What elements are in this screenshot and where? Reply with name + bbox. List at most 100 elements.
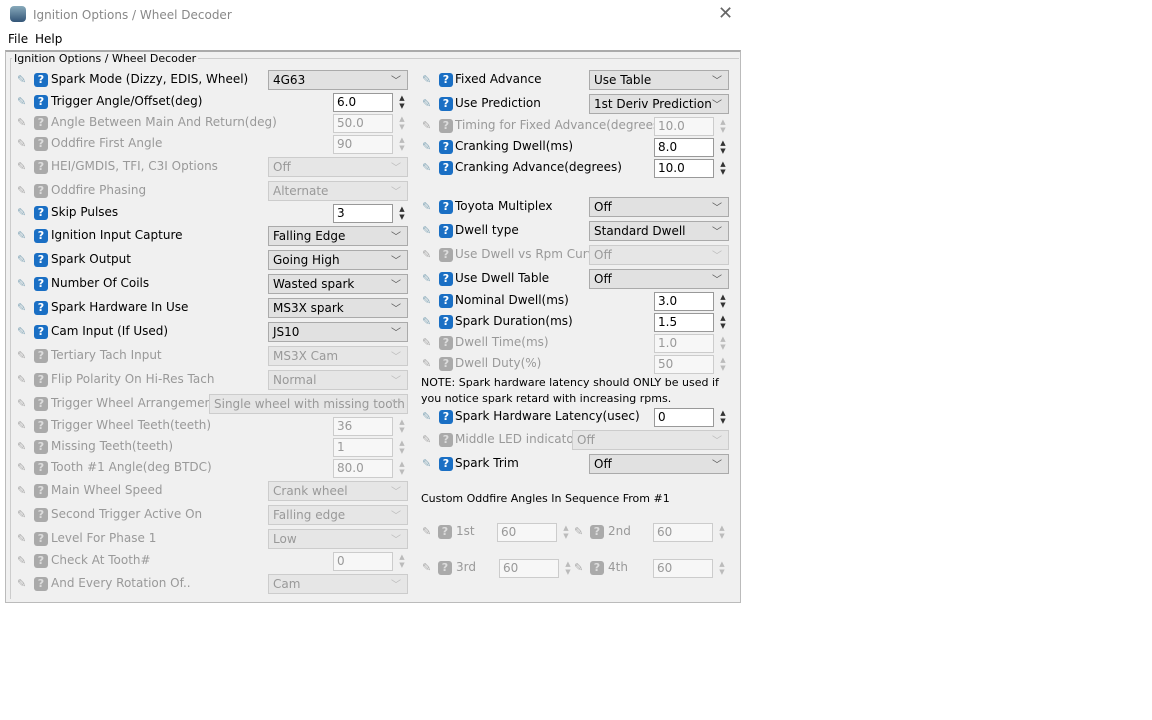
select-value: Crank wheel: [273, 484, 348, 498]
use-prediction-select[interactable]: 1st Deriv Prediction ﹀: [589, 94, 729, 114]
tertiary-tach-input-select: MS3X Cam ﹀: [268, 346, 408, 366]
edit-pencil-icon: ✎: [17, 184, 27, 197]
use-dwell-table-select[interactable]: Off ﹀: [589, 269, 729, 289]
select-value: Off: [273, 160, 291, 174]
chevron-down-icon: ﹀: [391, 352, 401, 363]
spark-trim-select[interactable]: Off ﹀: [589, 454, 729, 474]
spark-output-select[interactable]: Going High ﹀: [268, 250, 408, 270]
close-icon[interactable]: ✕: [718, 3, 733, 24]
help-icon[interactable]: ?: [34, 95, 48, 109]
select-value: Normal: [273, 373, 317, 387]
edit-pencil-icon: ✎: [422, 97, 432, 110]
edit-pencil-icon: ✎: [17, 73, 27, 86]
timing-for-fixed-advance-degrees-label: Timing for Fixed Advance(degrees): [455, 118, 664, 132]
and-every-rotation-of-label: And Every Rotation Of..: [51, 576, 191, 590]
spinner-arrows-icon[interactable]: ▲ ▼: [396, 205, 408, 222]
help-icon: ?: [34, 116, 48, 130]
help-icon[interactable]: ?: [439, 73, 453, 87]
menu-file[interactable]: File: [8, 32, 28, 46]
second-trigger-active-on-label: Second Trigger Active On: [51, 507, 203, 521]
edit-pencil-icon: ✎: [422, 294, 432, 307]
edit-pencil-icon: ✎: [17, 95, 27, 108]
spark-duration-ms-input[interactable]: 1.5: [654, 313, 714, 332]
help-icon[interactable]: ?: [34, 325, 48, 339]
nominal-dwell-ms-input[interactable]: 3.0: [654, 292, 714, 311]
number-of-coils-label: Number Of Coils: [51, 276, 150, 290]
help-icon[interactable]: ?: [439, 315, 453, 329]
oddfire-1st-label: 1st: [456, 524, 475, 538]
select-value: Wasted spark: [273, 277, 355, 291]
edit-pencil-icon: ✎: [422, 336, 432, 349]
edit-pencil-icon: ✎: [422, 73, 432, 86]
help-icon[interactable]: ?: [34, 206, 48, 220]
help-icon[interactable]: ?: [439, 294, 453, 308]
spinner-arrows-icon[interactable]: ▲ ▼: [717, 293, 729, 310]
select-value: Alternate: [273, 184, 329, 198]
spinner-arrows-icon[interactable]: ▲ ▼: [396, 94, 408, 111]
chevron-down-icon: ﹀: [391, 511, 401, 522]
hei-gmdis-tfi-c3i-options-select: Off ﹀: [268, 157, 408, 177]
use-dwell-vs-rpm-curve-select: Off ﹀: [589, 245, 729, 265]
spinner-arrows-icon[interactable]: ▲ ▼: [717, 160, 729, 177]
select-value: 4G63: [273, 73, 306, 87]
menu-help[interactable]: Help: [35, 32, 62, 46]
flip-polarity-on-hi-res-tach-select: Normal ﹀: [268, 370, 408, 390]
help-icon[interactable]: ?: [439, 224, 453, 238]
edit-pencil-icon: ✎: [17, 484, 27, 497]
help-icon[interactable]: ?: [439, 140, 453, 154]
toyota-multiplex-select[interactable]: Off ﹀: [589, 197, 729, 217]
spinner-arrows-icon: ▲ ▼: [399, 460, 405, 476]
help-icon[interactable]: ?: [34, 253, 48, 267]
spinner-arrows-icon[interactable]: ▲ ▼: [717, 409, 729, 426]
chevron-down-icon: ﹀: [712, 227, 722, 238]
number-of-coils-select[interactable]: Wasted spark ﹀: [268, 274, 408, 294]
spark-hardware-latency-usec-input[interactable]: 0: [654, 408, 714, 427]
edit-pencil-icon: ✎: [17, 229, 27, 242]
spark-mode-dizzy-edis-wheel-select[interactable]: 4G63 ﹀: [268, 70, 408, 90]
help-icon[interactable]: ?: [439, 200, 453, 214]
edit-pencil-icon: ✎: [422, 272, 432, 285]
spinner-arrows-icon[interactable]: ▲ ▼: [717, 314, 729, 331]
check-at-tooth-input: 0: [333, 552, 393, 571]
spark-hardware-in-use-select[interactable]: MS3X spark ﹀: [268, 298, 408, 318]
help-icon[interactable]: ?: [439, 457, 453, 471]
oddfire-2nd-input: 60: [653, 523, 713, 542]
edit-pencil-icon: ✎: [17, 349, 27, 362]
hei-gmdis-tfi-c3i-options-label: HEI/GMDIS, TFI, C3I Options: [51, 159, 218, 173]
cam-input-if-used-select[interactable]: JS10 ﹀: [268, 322, 408, 342]
help-icon[interactable]: ?: [439, 161, 453, 175]
cranking-dwell-ms-input[interactable]: 8.0: [654, 138, 714, 157]
dwell-type-select[interactable]: Standard Dwell ﹀: [589, 221, 729, 241]
cranking-advance-degrees-input[interactable]: 10.0: [654, 159, 714, 178]
help-icon: ?: [439, 336, 453, 350]
spark-trim-label: Spark Trim: [455, 456, 519, 470]
help-icon[interactable]: ?: [34, 301, 48, 315]
help-icon[interactable]: ?: [34, 277, 48, 291]
spinner-arrows-icon: ▲ ▼: [399, 439, 405, 455]
help-icon[interactable]: ?: [439, 272, 453, 286]
help-icon[interactable]: ?: [439, 410, 453, 424]
trigger-angle-offset-deg-input[interactable]: 6.0: [333, 93, 393, 112]
help-icon[interactable]: ?: [34, 229, 48, 243]
oddfire-phasing-select: Alternate ﹀: [268, 181, 408, 201]
edit-pencil-icon: ✎: [17, 137, 27, 150]
edit-pencil-icon: ✎: [17, 160, 27, 173]
help-icon: ?: [34, 440, 48, 454]
edit-pencil-icon: ✎: [17, 554, 27, 567]
ignition-input-capture-select[interactable]: Falling Edge ﹀: [268, 226, 408, 246]
help-icon[interactable]: ?: [439, 97, 453, 111]
edit-pencil-icon: ✎: [574, 561, 584, 574]
use-prediction-label: Use Prediction: [455, 96, 541, 110]
spinner-arrows-icon[interactable]: ▲ ▼: [717, 139, 729, 156]
help-icon: ?: [438, 525, 452, 539]
edit-pencil-icon: ✎: [422, 224, 432, 237]
tooth-1-angle-deg-btdc-input: 80.0: [333, 459, 393, 478]
window-title: Ignition Options / Wheel Decoder: [33, 8, 232, 22]
skip-pulses-input[interactable]: 3: [333, 204, 393, 223]
help-icon: ?: [439, 248, 453, 262]
fixed-advance-select[interactable]: Use Table ﹀: [589, 70, 729, 90]
help-icon[interactable]: ?: [34, 73, 48, 87]
toyota-multiplex-label: Toyota Multiplex: [455, 199, 553, 213]
trigger-wheel-teeth-teeth-input: 36: [333, 417, 393, 436]
oddfire-4th-input: 60: [653, 559, 713, 578]
